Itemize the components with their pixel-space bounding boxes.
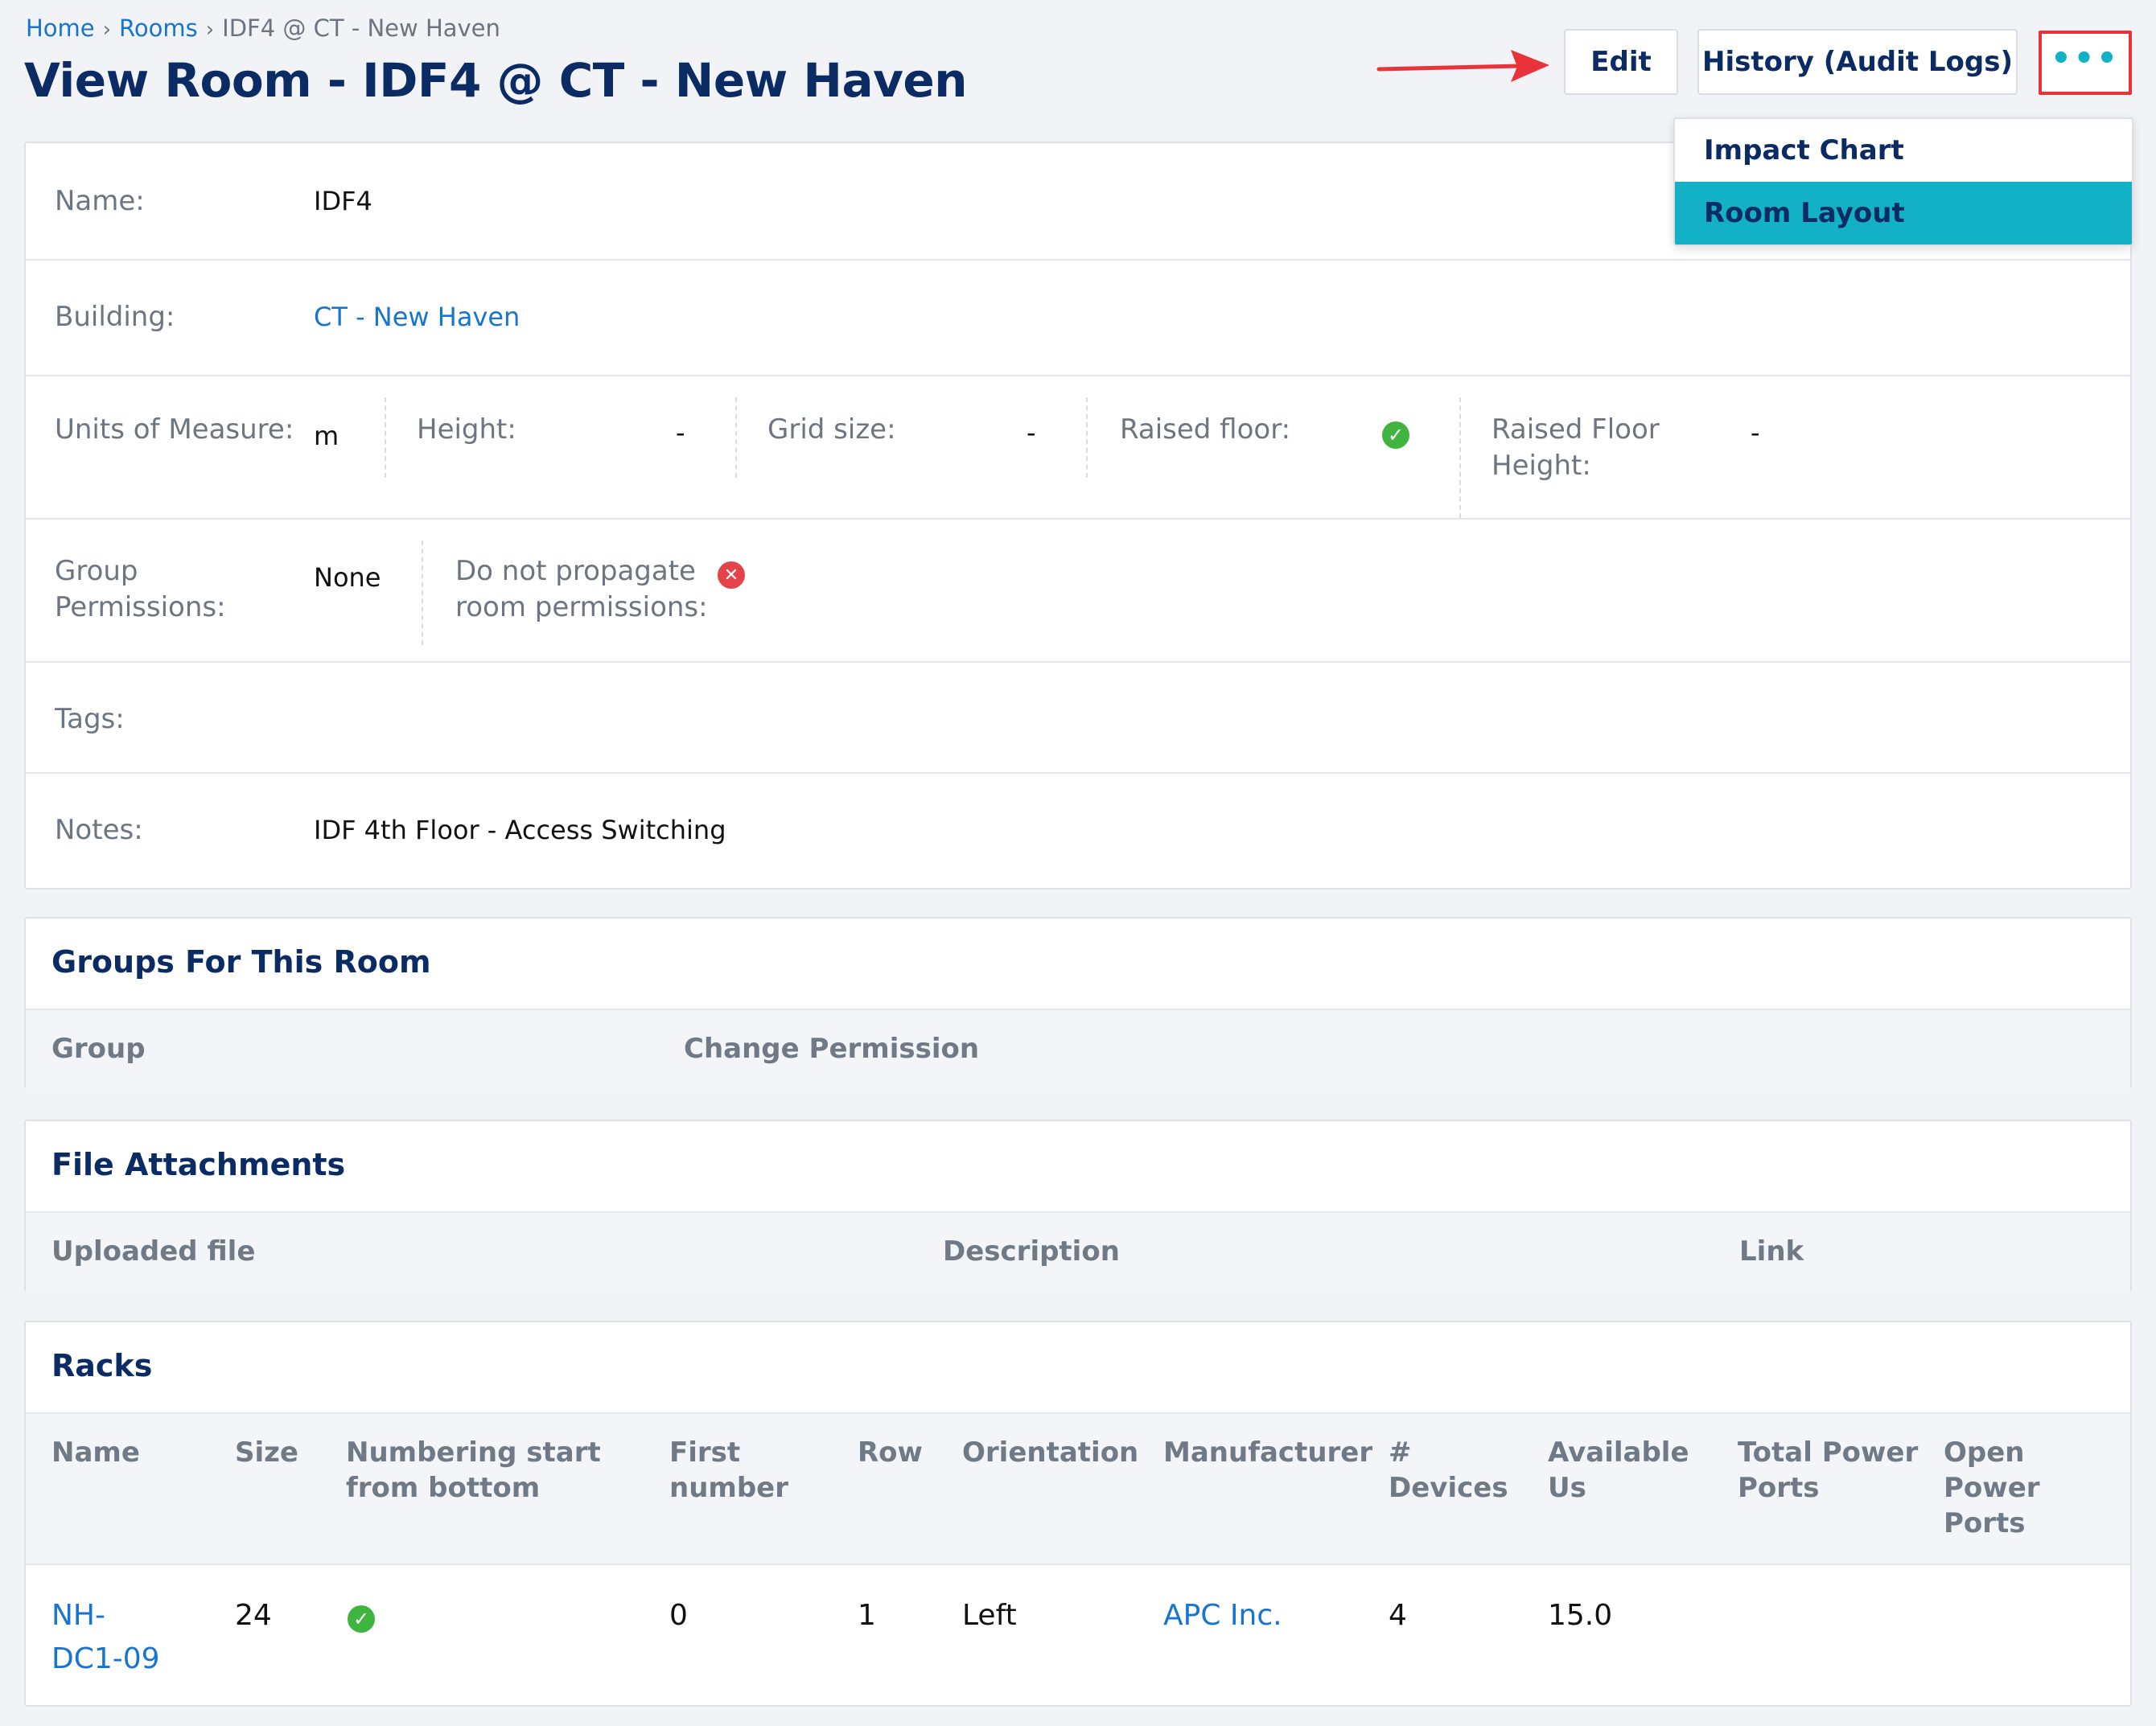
- rack-available-us: 15.0: [1548, 1599, 1613, 1632]
- rack-manufacturer-link[interactable]: APC Inc.: [1163, 1594, 1282, 1638]
- menu-item-room-layout[interactable]: Room Layout: [1675, 182, 2132, 245]
- column-header-first-number-line2: number: [669, 1472, 789, 1504]
- edit-button[interactable]: Edit: [1564, 29, 1678, 95]
- groups-table-header: Group Change Permission: [26, 1009, 2130, 1089]
- column-header-open-power-ports-line2: Power: [1944, 1472, 2040, 1504]
- group-permissions-value: None: [314, 562, 381, 593]
- column-header-size: Size: [235, 1436, 298, 1469]
- check-icon: ✓: [348, 1605, 375, 1633]
- column-header-total-power-ports-line2: Ports: [1738, 1472, 1820, 1504]
- column-header-manufacturer: Manufacturer: [1163, 1436, 1373, 1469]
- column-header-open-power-ports-line1: Open: [1944, 1436, 2025, 1469]
- page-title: View Room - IDF4 @ CT - New Haven: [24, 53, 968, 108]
- divider: [1459, 397, 1461, 518]
- column-header-name: Name: [51, 1436, 140, 1469]
- divider: [735, 397, 737, 478]
- rack-name-link[interactable]: DC1-09: [51, 1638, 160, 1681]
- breadcrumb-rooms-link[interactable]: Rooms: [119, 14, 198, 42]
- rack-orientation: Left: [962, 1599, 1017, 1632]
- column-header-available-us-line2: Us: [1548, 1472, 1586, 1504]
- notes-label: Notes:: [55, 814, 143, 846]
- notes-value: IDF 4th Floor - Access Switching: [314, 815, 726, 845]
- units-of-measure-label: Units of Measure:: [55, 413, 294, 446]
- room-details-card: Name: IDF4 Building: CT - New Haven Unit…: [24, 142, 2132, 890]
- group-permissions-label-line1: Group: [55, 555, 138, 587]
- column-header-orientation: Orientation: [962, 1436, 1139, 1469]
- column-header-group: Group: [51, 1033, 146, 1065]
- rack-first-number: 0: [669, 1599, 688, 1632]
- x-circle-icon: ✕: [718, 561, 745, 589]
- file-attachments-section-title: File Attachments: [51, 1147, 346, 1182]
- propagate-label-line2: room permissions:: [455, 591, 708, 623]
- column-header-total-power-ports-line1: Total Power: [1738, 1436, 1919, 1469]
- racks-table-header: Name Size Numbering start from bottom Fi…: [26, 1412, 2130, 1565]
- column-header-row: Row: [858, 1436, 923, 1469]
- name-value: IDF4: [314, 186, 372, 216]
- racks-section-title: Racks: [51, 1348, 153, 1383]
- permissions-row: Group Permissions: None Do not propagate…: [26, 520, 2130, 663]
- column-header-available-us-line1: Available: [1548, 1436, 1689, 1469]
- rack-devices-count: 4: [1389, 1599, 1407, 1632]
- divider: [1086, 397, 1088, 478]
- rack-size: 24: [235, 1599, 272, 1632]
- check-icon: ✓: [1382, 421, 1409, 449]
- red-arrow-icon: [1376, 50, 1549, 82]
- raised-floor-height-value: -: [1751, 417, 1760, 448]
- raised-floor-height-label-line2: Height:: [1492, 450, 1591, 482]
- breadcrumb-current: IDF4 @ CT - New Haven: [222, 14, 500, 42]
- rack-row: 1: [858, 1599, 876, 1632]
- breadcrumb-home-link[interactable]: Home: [26, 14, 95, 42]
- breadcrumb: Home › Rooms › IDF4 @ CT - New Haven: [26, 14, 500, 42]
- group-permissions-label-line2: Permissions:: [55, 591, 226, 623]
- breadcrumb-separator: ›: [205, 18, 215, 42]
- breadcrumb-separator: ›: [102, 18, 112, 42]
- files-table-header: Uploaded file Description Link: [26, 1211, 2130, 1292]
- column-header-devices-line2: Devices: [1389, 1472, 1508, 1504]
- raised-floor-label: Raised floor:: [1120, 413, 1291, 446]
- ellipsis-icon: •••: [2051, 40, 2120, 77]
- history-audit-logs-button[interactable]: History (Audit Logs): [1697, 29, 2018, 95]
- tags-row: Tags:: [26, 663, 2130, 774]
- column-header-devices-line1: #: [1389, 1436, 1412, 1469]
- units-of-measure-value: m: [314, 421, 339, 451]
- file-attachments-card: File Attachments Uploaded file Descripti…: [24, 1120, 2132, 1292]
- divider: [422, 540, 423, 645]
- column-header-uploaded-file: Uploaded file: [51, 1235, 256, 1268]
- building-row: Building: CT - New Haven: [26, 261, 2130, 376]
- column-header-description: Description: [943, 1235, 1120, 1268]
- more-options-button[interactable]: •••: [2039, 31, 2132, 95]
- dimensions-row: Units of Measure: m Height: - Grid size:…: [26, 376, 2130, 520]
- groups-section-title: Groups For This Room: [51, 944, 431, 980]
- column-header-numbering-line2: from bottom: [346, 1472, 541, 1504]
- height-label: Height:: [417, 413, 516, 446]
- building-link[interactable]: CT - New Haven: [314, 299, 520, 335]
- menu-item-impact-chart[interactable]: Impact Chart: [1675, 119, 2132, 182]
- height-value: -: [676, 417, 685, 448]
- building-label: Building:: [55, 301, 175, 333]
- column-header-numbering-line1: Numbering start: [346, 1436, 601, 1469]
- tags-label: Tags:: [55, 703, 125, 735]
- name-label: Name:: [55, 185, 145, 217]
- column-header-first-number-line1: First: [669, 1436, 741, 1469]
- more-options-dropdown: Impact Chart Room Layout: [1673, 117, 2133, 246]
- table-row: NH- DC1-09 24 ✓ 0 1 Left APC Inc. 4 15.0: [26, 1565, 2130, 1707]
- grid-size-value: -: [1027, 417, 1036, 448]
- racks-card: Racks Name Size Numbering start from bot…: [24, 1321, 2132, 1707]
- column-header-link: Link: [1739, 1235, 1804, 1268]
- notes-row: Notes: IDF 4th Floor - Access Switching: [26, 774, 2130, 890]
- grid-size-label: Grid size:: [767, 413, 896, 446]
- rack-name-link[interactable]: NH-: [51, 1594, 105, 1638]
- divider: [385, 397, 386, 478]
- propagate-label-line1: Do not propagate: [455, 555, 696, 587]
- column-header-change-permission: Change Permission: [684, 1033, 980, 1065]
- column-header-open-power-ports-line3: Ports: [1944, 1507, 2026, 1539]
- raised-floor-height-label-line1: Raised Floor: [1492, 413, 1660, 446]
- groups-card: Groups For This Room Group Change Permis…: [24, 917, 2132, 1089]
